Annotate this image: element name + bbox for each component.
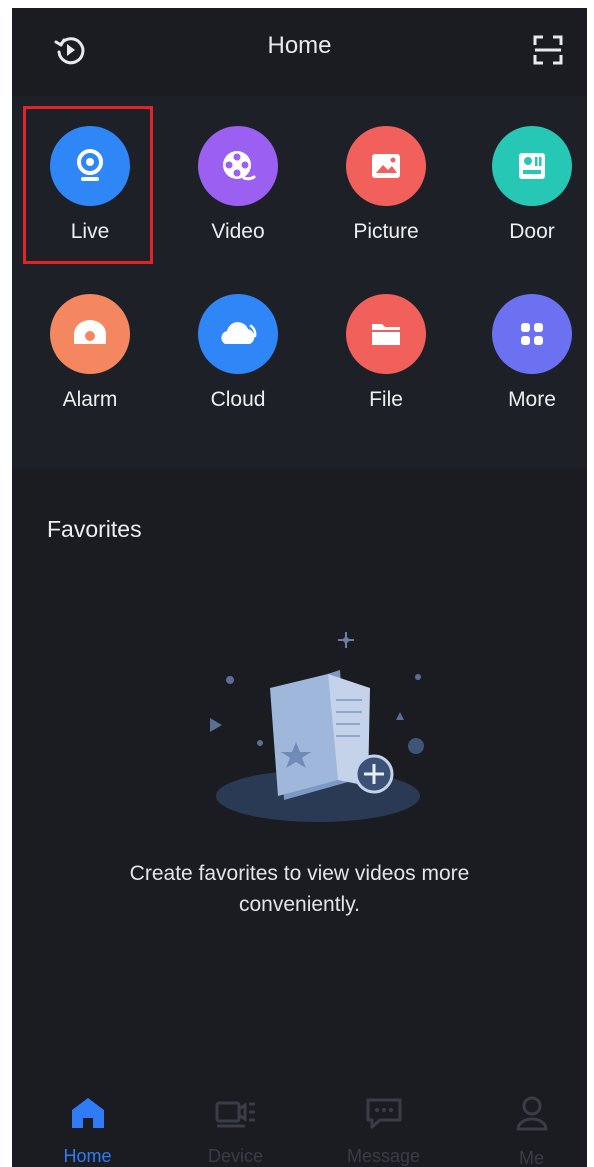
cloud-icon-circle [198,294,278,374]
empty-favorites-illustration [210,632,424,822]
tab-home[interactable]: Home [16,1086,159,1167]
door-icon-circle [492,126,572,206]
tab-me[interactable]: Me [460,1086,587,1167]
tab-label: Home [63,1146,112,1166]
feature-label: Video [211,220,265,243]
live-icon-circle [50,126,130,206]
device-icon [215,1101,255,1128]
scan-icon [533,35,563,65]
tab-label: Me [518,1148,544,1167]
more-icon-circle [492,294,572,374]
feature-picture[interactable]: Picture [312,96,460,246]
alarm-icon-circle [50,294,130,374]
feature-door[interactable]: Door [458,96,587,246]
tab-message[interactable]: Message [312,1086,455,1167]
picture-icon-circle [346,126,426,206]
tab-label: Device [207,1146,264,1166]
tab-label: Message [346,1146,421,1166]
cloud-icon [221,322,257,344]
page-title: Home [267,32,332,59]
feature-grid: Live Video Picture Door Alarm Cloud File… [12,96,587,468]
feature-video[interactable]: Video [164,96,312,246]
favorites-empty-message: Create favorites to view videos more con… [129,862,470,916]
feature-label: Picture [353,220,419,243]
grid-icon [521,323,543,345]
feature-label: Cloud [210,388,266,411]
feature-cloud[interactable]: Cloud [164,264,312,414]
feature-file[interactable]: File [312,264,460,414]
feature-label: Door [509,220,555,243]
top-bar: Home [12,8,587,90]
camera-icon [77,149,103,181]
person-icon [516,1096,547,1131]
door-intercom-icon [519,153,545,179]
picture-icon [372,154,400,178]
app-screen: Home Live Video Picture Door Alarm Cloud… [12,8,587,1167]
film-reel-icon [223,151,256,181]
feature-alarm[interactable]: Alarm [16,264,164,414]
feature-live[interactable]: Live [16,96,164,246]
folder-icon [372,324,400,345]
feature-label: File [369,388,403,411]
feature-label: Live [70,220,110,243]
home-icon [71,1098,104,1128]
favorites-title: Favorites [47,516,142,542]
message-icon [366,1098,401,1129]
alarm-icon [74,320,106,344]
scan-button[interactable] [524,26,572,74]
tab-device[interactable]: Device [164,1086,307,1167]
feature-label: Alarm [62,388,118,411]
feature-more[interactable]: More [458,264,587,414]
video-icon-circle [198,126,278,206]
bottom-tab-bar: Home Device Message Me [12,1086,587,1167]
feature-label: More [508,388,556,411]
file-icon-circle [346,294,426,374]
